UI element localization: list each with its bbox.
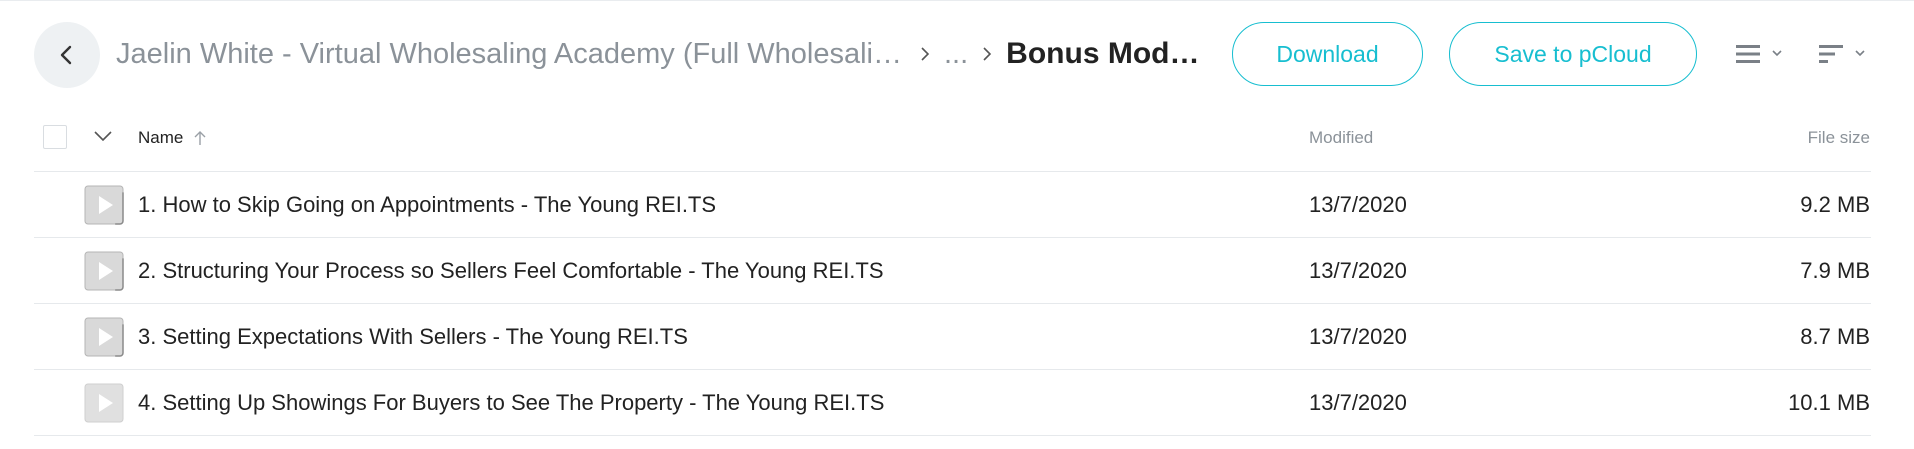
sort-icon bbox=[1819, 45, 1843, 63]
breadcrumb: Jaelin White - Virtual Wholesaling Acade… bbox=[116, 29, 1202, 79]
breadcrumb-collapsed-folders[interactable]: ... bbox=[944, 38, 968, 71]
header-bar: Jaelin White - Virtual Wholesaling Acade… bbox=[0, 1, 1914, 108]
breadcrumb-current-folder: Bonus Modules bbox=[1006, 37, 1202, 70]
table-header: Name Modified File size bbox=[34, 108, 1871, 172]
column-header-modified[interactable]: Modified bbox=[1309, 128, 1373, 148]
column-header-name[interactable]: Name bbox=[138, 128, 207, 148]
back-button[interactable] bbox=[34, 22, 100, 88]
file-name: 2. Structuring Your Process so Sellers F… bbox=[138, 258, 884, 283]
video-file-icon bbox=[84, 251, 124, 291]
file-modified-date: 13/7/2020 bbox=[1309, 390, 1407, 415]
file-list: Name Modified File size 1. How to Skip G… bbox=[34, 108, 1871, 436]
file-name: 1. How to Skip Going on Appointments - T… bbox=[138, 192, 717, 217]
column-header-name-label: Name bbox=[138, 128, 184, 147]
arrow-up-icon bbox=[194, 131, 206, 145]
file-modified-date: 13/7/2020 bbox=[1309, 324, 1407, 349]
chevron-down-icon bbox=[1772, 50, 1782, 57]
file-name: 4. Setting Up Showings For Buyers to See… bbox=[138, 390, 885, 415]
download-button[interactable]: Download bbox=[1232, 22, 1423, 86]
chevron-right-icon bbox=[908, 47, 942, 61]
file-size: 9.2 MB bbox=[1800, 192, 1870, 217]
file-size: 10.1 MB bbox=[1788, 390, 1870, 415]
chevron-down-icon bbox=[1855, 50, 1865, 57]
video-file-icon bbox=[84, 317, 124, 357]
selection-menu-toggle[interactable] bbox=[92, 128, 114, 149]
table-row[interactable]: 1. How to Skip Going on Appointments - T… bbox=[34, 172, 1871, 238]
file-size: 7.9 MB bbox=[1800, 258, 1870, 283]
table-row[interactable]: 2. Structuring Your Process so Sellers F… bbox=[34, 238, 1871, 304]
sort-toggle[interactable] bbox=[1819, 39, 1869, 69]
file-modified-date: 13/7/2020 bbox=[1309, 192, 1407, 217]
column-header-file-size[interactable]: File size bbox=[1808, 128, 1870, 148]
breadcrumb-root-folder[interactable]: Jaelin White - Virtual Wholesaling Acade… bbox=[116, 38, 906, 71]
chevron-down-icon bbox=[94, 131, 112, 142]
table-row[interactable]: 3. Setting Expectations With Sellers - T… bbox=[34, 304, 1871, 370]
video-file-icon bbox=[84, 383, 124, 423]
file-name: 3. Setting Expectations With Sellers - T… bbox=[138, 324, 688, 349]
file-modified-date: 13/7/2020 bbox=[1309, 258, 1407, 283]
file-size: 8.7 MB bbox=[1800, 324, 1870, 349]
chevron-left-icon bbox=[60, 45, 72, 65]
select-all-checkbox[interactable] bbox=[43, 125, 67, 149]
save-to-pcloud-button[interactable]: Save to pCloud bbox=[1449, 22, 1697, 86]
video-file-icon bbox=[84, 185, 124, 225]
list-view-toggle[interactable] bbox=[1736, 39, 1786, 69]
table-row[interactable]: 4. Setting Up Showings For Buyers to See… bbox=[34, 370, 1871, 436]
file-browser-page: Jaelin White - Virtual Wholesaling Acade… bbox=[0, 0, 1914, 449]
chevron-right-icon bbox=[970, 47, 1004, 61]
list-view-icon bbox=[1736, 45, 1760, 63]
